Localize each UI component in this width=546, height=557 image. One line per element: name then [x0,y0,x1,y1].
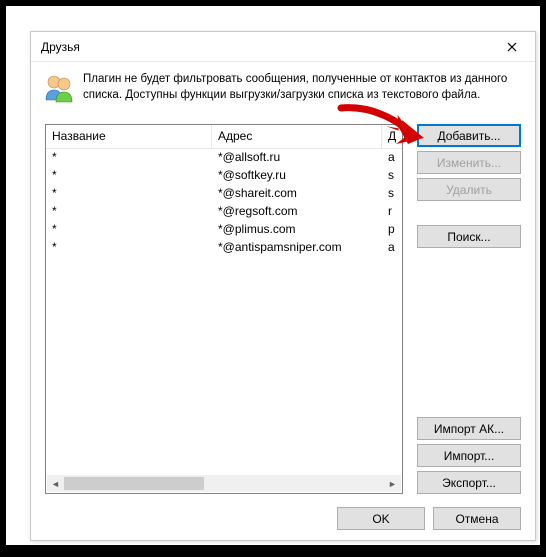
import-button[interactable]: Импорт... [417,444,521,467]
column-address[interactable]: Адрес [212,125,382,148]
column-extra[interactable]: Д [382,125,402,148]
cell-name: * [46,221,212,239]
cell-address: *@shareit.com [212,185,382,203]
cell-extra: s [382,167,402,185]
cell-address: *@plimus.com [212,221,382,239]
dialog-footer: OK Отмена [337,507,521,530]
cell-extra: r [382,203,402,221]
scroll-left-icon[interactable]: ◄ [47,475,64,492]
cell-address: *@allsoft.ru [212,149,382,167]
table-row[interactable]: * *@shareit.com s [46,185,402,203]
window-title: Друзья [41,40,491,54]
info-row: Плагин не будет фильтровать сообщения, п… [31,62,535,112]
table-header[interactable]: Название Адрес Д [46,125,402,149]
table-row[interactable]: * *@regsoft.com r [46,203,402,221]
edit-button: Изменить... [417,151,521,174]
delete-button: Удалить [417,178,521,201]
horizontal-scrollbar[interactable]: ◄ ► [47,475,401,492]
table-rows: * *@allsoft.ru a * *@softkey.ru s * *@sh… [46,149,402,257]
table-row[interactable]: * *@softkey.ru s [46,167,402,185]
close-icon [507,42,517,52]
search-button[interactable]: Поиск... [417,225,521,248]
cell-extra: a [382,149,402,167]
friends-table[interactable]: Название Адрес Д * *@allsoft.ru a * *@so… [45,124,403,494]
cell-name: * [46,167,212,185]
cell-name: * [46,185,212,203]
cell-address: *@softkey.ru [212,167,382,185]
scroll-right-icon[interactable]: ► [384,475,401,492]
export-button[interactable]: Экспорт... [417,471,521,494]
cell-address: *@regsoft.com [212,203,382,221]
scroll-track[interactable] [64,475,384,492]
info-text: Плагин не будет фильтровать сообщения, п… [83,72,523,103]
cell-name: * [46,203,212,221]
add-button[interactable]: Добавить... [417,124,521,147]
friends-dialog: Друзья Плагин не будет фильтровать сообщ… [30,31,536,541]
import-ak-button[interactable]: Импорт АК... [417,417,521,440]
table-row[interactable]: * *@plimus.com p [46,221,402,239]
cell-extra: a [382,239,402,257]
titlebar: Друзья [31,32,535,62]
close-button[interactable] [491,33,533,61]
cell-extra: s [382,185,402,203]
cell-name: * [46,239,212,257]
cell-extra: p [382,221,402,239]
import-export-group: Импорт АК... Импорт... Экспорт... [417,417,521,494]
people-icon [43,72,75,104]
cancel-button[interactable]: Отмена [433,507,521,530]
table-row[interactable]: * *@allsoft.ru a [46,149,402,167]
button-column: Добавить... Изменить... Удалить Поиск... [417,124,521,248]
column-name[interactable]: Название [46,125,212,148]
cell-name: * [46,149,212,167]
scroll-thumb[interactable] [64,477,204,490]
ok-button[interactable]: OK [337,507,425,530]
table-row[interactable]: * *@antispamsniper.com a [46,239,402,257]
cell-address: *@antispamsniper.com [212,239,382,257]
